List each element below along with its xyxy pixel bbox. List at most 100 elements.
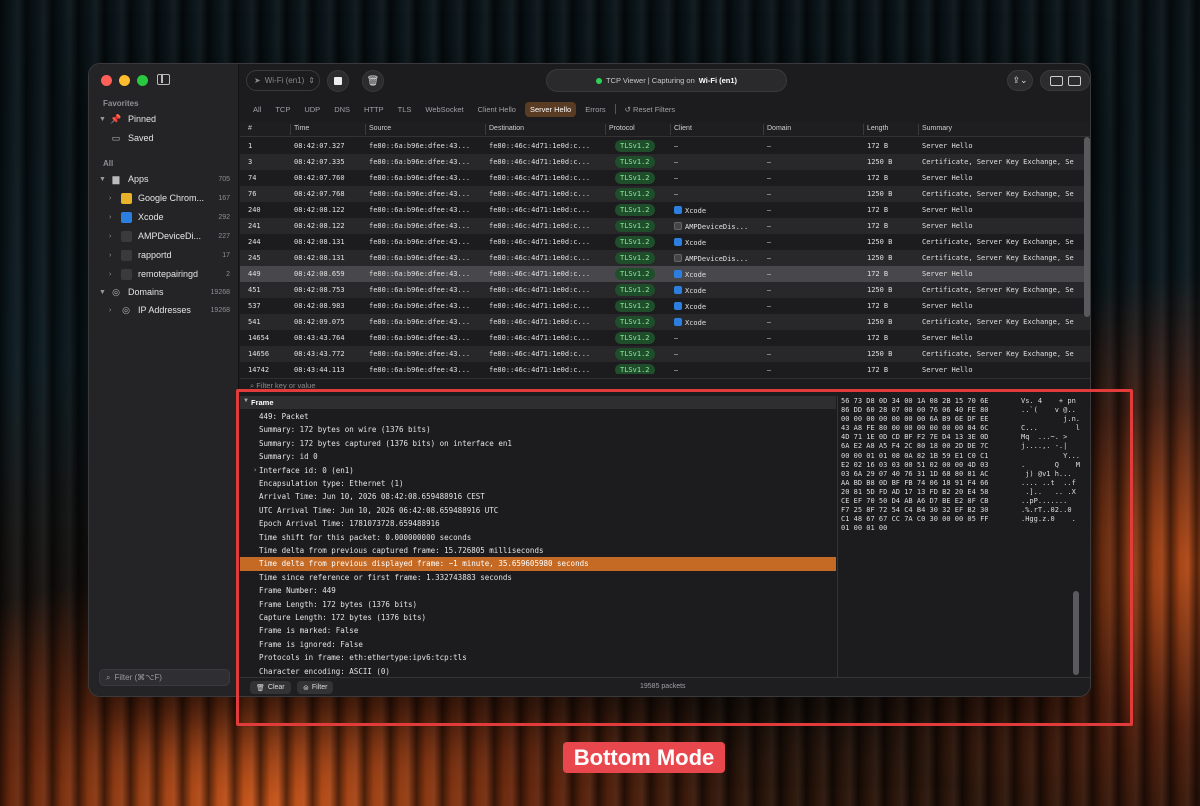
sidebar-item-pinned[interactable]: ▼ 📌 Pinned — [99, 110, 230, 128]
cell-src: fe80::6a:b96e:dfee:43... — [369, 206, 471, 214]
table-row[interactable]: 14656 08:43:43.772 fe80::6a:b96e:dfee:43..… — [240, 346, 1090, 362]
chevron-down-icon[interactable]: ▼ — [99, 289, 109, 296]
chevron-right-icon[interactable]: › — [109, 271, 119, 278]
sidebar-item-ip-addresses[interactable]: › ◎ IP Addresses 19268 — [99, 301, 230, 319]
cell-time: 08:42:08.131 — [294, 238, 345, 246]
table-scrollbar[interactable] — [1084, 137, 1090, 317]
sidebar-item-apps[interactable]: ▼ ▆ Apps 705 — [99, 170, 230, 188]
tab-websocket[interactable]: WebSocket — [420, 102, 468, 117]
table-row[interactable]: 541 08:42:09.075 fe80::6a:b96e:dfee:43... f… — [240, 314, 1090, 330]
sidebar-toggle-icon[interactable] — [157, 74, 170, 85]
column-divider[interactable] — [863, 124, 864, 135]
column-divider[interactable] — [670, 124, 671, 135]
tab-server-hello[interactable]: Server Hello — [524, 101, 577, 117]
share-button[interactable]: ⇪⌄ — [1007, 70, 1033, 91]
cell-summary: Certificate, Server Key Exchange, Se — [922, 190, 1074, 198]
minimize-window-button[interactable] — [119, 75, 130, 86]
tab-tls[interactable]: TLS — [393, 102, 417, 117]
tab-client-hello[interactable]: Client Hello — [473, 102, 521, 117]
column-header-number[interactable]: # — [248, 125, 252, 132]
sidebar-item-app[interactable]: › rapportd 17 — [99, 246, 230, 264]
tab-errors[interactable]: Errors — [580, 102, 610, 117]
traffic-lights — [101, 75, 148, 86]
table-row[interactable]: 14654 08:43:43.764 fe80::6a:b96e:dfee:43..… — [240, 330, 1090, 346]
column-divider[interactable] — [485, 124, 486, 135]
sidebar-item-saved[interactable]: ▭ Saved — [99, 129, 230, 147]
tab-tcp[interactable]: TCP — [270, 102, 295, 117]
sidebar-item-app[interactable]: › remotepairingd 2 — [99, 265, 230, 283]
cell-src: fe80::6a:b96e:dfee:43... — [369, 174, 471, 182]
right-layout-icon[interactable] — [1067, 75, 1081, 86]
chevron-down-icon[interactable]: ▼ — [99, 116, 109, 123]
table-header: # Time Source Destination Protocol Client Doma… — [240, 122, 1090, 137]
column-header-domain[interactable]: Domain — [767, 125, 791, 132]
folder-icon: ▆ — [112, 173, 120, 184]
column-header-time[interactable]: Time — [294, 125, 309, 132]
column-divider[interactable] — [763, 124, 764, 135]
table-row[interactable]: 76 08:42:07.768 fe80::6a:b96e:dfee:43... fe… — [240, 186, 1090, 202]
chevron-right-icon[interactable]: › — [109, 252, 119, 259]
column-header-length[interactable]: Length — [867, 125, 888, 132]
cell-len: 1250 B — [867, 350, 893, 358]
table-row[interactable]: 14742 08:43:44.113 fe80::6a:b96e:dfee:43..… — [240, 362, 1090, 374]
bottom-layout-icon[interactable] — [1049, 75, 1063, 86]
app-icon — [119, 268, 133, 280]
column-header-protocol[interactable]: Protocol — [609, 125, 635, 132]
sidebar-filter-input[interactable]: ⌕ Filter (⌘⌥F) — [99, 669, 230, 686]
tab-separator — [614, 104, 616, 114]
cell-src: fe80::6a:b96e:dfee:43... — [369, 238, 471, 246]
sidebar-item-app[interactable]: › Google Chrom... 167 — [99, 189, 230, 207]
sidebar-item-app[interactable]: › AMPDeviceDi... 227 — [99, 227, 230, 245]
app-icon — [119, 249, 133, 261]
column-header-destination[interactable]: Destination — [489, 125, 524, 132]
cell-time: 08:42:08.753 — [294, 286, 345, 294]
column-header-client[interactable]: Client — [674, 125, 692, 132]
tab-udp[interactable]: UDP — [299, 102, 325, 117]
column-divider[interactable] — [290, 124, 291, 135]
column-header-summary[interactable]: Summary — [922, 125, 952, 132]
table-row[interactable]: 240 08:42:08.122 fe80::6a:b96e:dfee:43... f… — [240, 202, 1090, 218]
column-header-source[interactable]: Source — [369, 125, 391, 132]
table-row[interactable]: 537 08:42:08.983 fe80::6a:b96e:dfee:43... f… — [240, 298, 1090, 314]
stop-button[interactable] — [327, 70, 349, 92]
cell-len: 172 B — [867, 334, 889, 342]
chevron-right-icon[interactable]: › — [109, 307, 119, 314]
table-row[interactable]: 1 08:42:07.327 fe80::6a:b96e:dfee:43... fe8… — [240, 138, 1090, 154]
table-row[interactable]: 451 08:42:08.753 fe80::6a:b96e:dfee:43... f… — [240, 282, 1090, 298]
column-divider[interactable] — [365, 124, 366, 135]
table-row[interactable]: 245 08:42:08.131 fe80::6a:b96e:dfee:43... f… — [240, 250, 1090, 266]
reset-filters-button[interactable]: ↺ Reset Filters — [620, 102, 680, 117]
xcode-icon — [674, 206, 682, 214]
sidebar-item-app[interactable]: › Xcode 292 — [99, 208, 230, 226]
cell-n: 451 — [248, 286, 261, 294]
tab-http[interactable]: HTTP — [359, 102, 389, 117]
cell-summary: Server Hello — [922, 222, 973, 230]
column-divider[interactable] — [918, 124, 919, 135]
tab-all[interactable]: All — [248, 102, 266, 117]
chevron-down-icon[interactable]: ▼ — [99, 176, 109, 183]
app-icon — [674, 222, 682, 230]
interface-picker[interactable]: ➤ Wi-Fi (en1) ⇕ — [246, 70, 320, 91]
chevron-right-icon[interactable]: › — [109, 214, 119, 221]
chevron-right-icon[interactable]: › — [109, 233, 119, 240]
trash-button[interactable]: 🗑 — [362, 70, 384, 92]
protocol-badge: TLSv1.2 — [615, 268, 655, 280]
table-row[interactable]: 241 08:42:08.122 fe80::6a:b96e:dfee:43... f… — [240, 218, 1090, 234]
chevron-right-icon[interactable]: › — [109, 195, 119, 202]
zoom-window-button[interactable] — [137, 75, 148, 86]
close-window-button[interactable] — [101, 75, 112, 86]
cell-dst: fe80::46c:4d71:1e0d:c... — [489, 254, 591, 262]
count-badge: 167 — [218, 194, 230, 202]
table-row[interactable]: 449 08:42:08.659 fe80::6a:b96e:dfee:43... f… — [240, 266, 1090, 282]
sidebar-item-domains[interactable]: ▼ ◎ Domains 19268 — [99, 283, 230, 301]
all-heading: All — [103, 159, 114, 168]
protocol-badge: TLSv1.2 — [615, 300, 655, 312]
table-row[interactable]: 74 08:42:07.760 fe80::6a:b96e:dfee:43... fe… — [240, 170, 1090, 186]
cell-time: 08:42:08.122 — [294, 222, 345, 230]
table-row[interactable]: 3 08:42:07.335 fe80::6a:b96e:dfee:43... fe8… — [240, 154, 1090, 170]
tab-dns[interactable]: DNS — [329, 102, 355, 117]
protocol-badge: TLSv1.2 — [615, 284, 655, 296]
column-divider[interactable] — [605, 124, 606, 135]
xcode-icon — [674, 286, 682, 294]
table-row[interactable]: 244 08:42:08.131 fe80::6a:b96e:dfee:43... f… — [240, 234, 1090, 250]
